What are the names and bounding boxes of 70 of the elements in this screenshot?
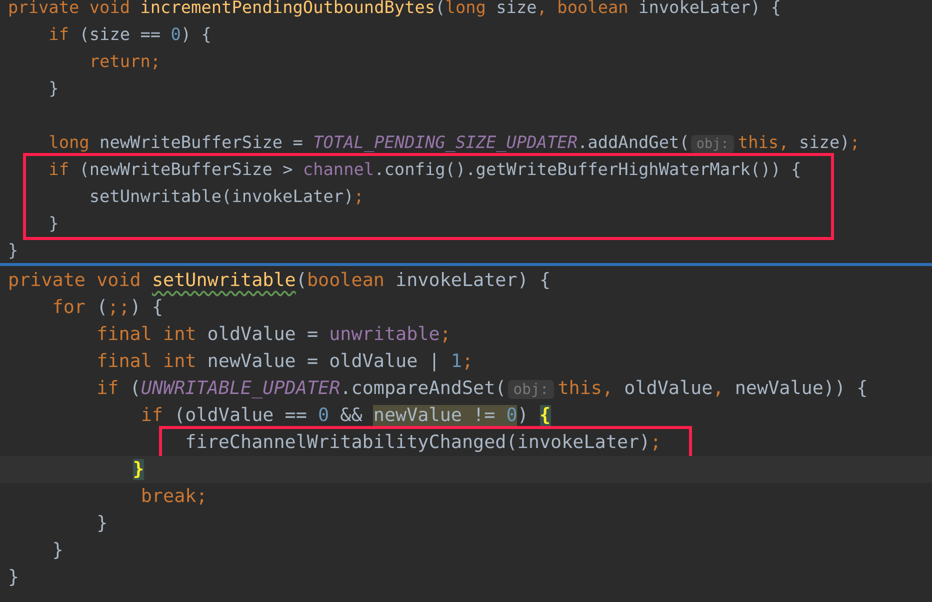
keyword: , [712, 378, 725, 399]
code-text: ( [130, 378, 141, 399]
keyword: ; [850, 132, 860, 152]
code-text: ) { [130, 297, 164, 318]
code-text: } [48, 78, 59, 98]
code-text: } [48, 213, 59, 233]
code-text: .addAndGet( [578, 132, 690, 152]
code-text: ( [296, 270, 307, 291]
number-literal: 0 [170, 24, 181, 44]
keyword: ; [650, 432, 662, 453]
keyword: private void [8, 0, 132, 17]
code-text: ) [517, 405, 530, 426]
code-text: size) [798, 132, 850, 152]
code-text: .compareAndSet( [340, 378, 506, 399]
keyword: return; [89, 51, 161, 71]
code-text: } [52, 540, 64, 561]
constant-name: UNWRITABLE_UPDATER [140, 378, 340, 399]
code-text: ( [435, 0, 446, 17]
code-text: newValue)) { [734, 378, 868, 399]
code-text: ) { [180, 24, 212, 44]
highlighted-usage: 0 [506, 405, 518, 426]
keyword: ; [354, 186, 364, 206]
parameter-hint: obj: [691, 135, 734, 153]
code-text: } [96, 513, 108, 534]
keyword: this, [738, 132, 790, 152]
field-name: unwritable [329, 324, 440, 345]
number-literal: 1 [450, 351, 462, 372]
keyword: long [48, 132, 90, 152]
keyword: if [140, 405, 164, 426]
highlighted-usage: newValue != [373, 405, 506, 426]
keyword: ;; [108, 297, 130, 318]
keyword: if [48, 159, 70, 179]
keyword: this, [558, 378, 614, 399]
code-text: (oldValue == [174, 405, 308, 426]
method-name: setUnwritable [152, 270, 296, 291]
keyword: if [48, 24, 70, 44]
constant-name: TOTAL_PENDING_SIZE_UPDATER [313, 132, 578, 152]
keyword: for [52, 297, 86, 318]
number-literal: 0 [318, 405, 330, 426]
matched-brace: { [540, 405, 551, 426]
keyword: ; [440, 324, 451, 345]
keyword: ; [462, 351, 474, 372]
keyword: boolean [306, 270, 386, 291]
keyword: long [445, 0, 487, 17]
keyword: final int [96, 324, 198, 345]
code-text: oldValue [624, 378, 713, 399]
code-text: } [8, 567, 20, 588]
code-text: newValue = oldValue | [207, 351, 441, 372]
matched-brace: } [132, 459, 144, 480]
code-text: (size == [79, 24, 162, 44]
code-text: && [339, 405, 364, 426]
code-text: invokeLater) { [396, 270, 551, 291]
keyword: , boolean [536, 0, 630, 17]
code-text: ( [96, 297, 108, 318]
parameter-hint: obj: [508, 380, 554, 399]
code-text: fireChannelWritabilityChanged(invokeLater) [185, 432, 650, 453]
code-text: (newWriteBufferSize > [79, 159, 294, 179]
code-text: size [496, 0, 537, 17]
code-text: invokeLater) { [638, 0, 781, 17]
keyword: if [96, 378, 120, 399]
code-text: newWriteBufferSize = [100, 132, 304, 152]
code-text: oldValue = [207, 324, 320, 345]
code-text: } [8, 240, 18, 260]
method-name: incrementPendingOutboundBytes [140, 0, 436, 17]
field-name: channel [302, 159, 374, 179]
keyword: private void [8, 270, 142, 291]
code-text: setUnwritable(invokeLater) [89, 186, 354, 206]
code-text: .config().getWriteBufferHighWaterMark()) { [374, 159, 802, 179]
keyword: final int [96, 351, 198, 372]
keyword: break; [140, 486, 208, 507]
